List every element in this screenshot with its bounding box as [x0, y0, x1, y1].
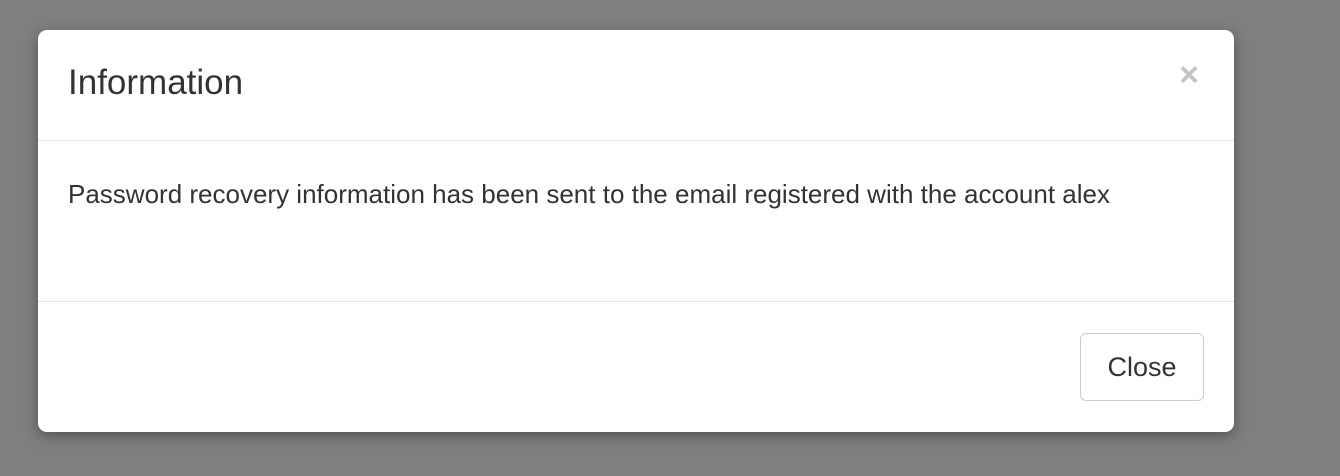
dialog-footer: Close: [38, 302, 1234, 432]
information-dialog: Information × Password recovery informat…: [38, 30, 1234, 432]
close-button[interactable]: Close: [1080, 333, 1204, 401]
dialog-title: Information: [68, 63, 244, 102]
close-icon[interactable]: ×: [1174, 58, 1204, 92]
dialog-body: Password recovery information has been s…: [38, 141, 1234, 302]
dialog-message: Password recovery information has been s…: [68, 179, 1110, 209]
dialog-header: Information ×: [38, 30, 1234, 141]
